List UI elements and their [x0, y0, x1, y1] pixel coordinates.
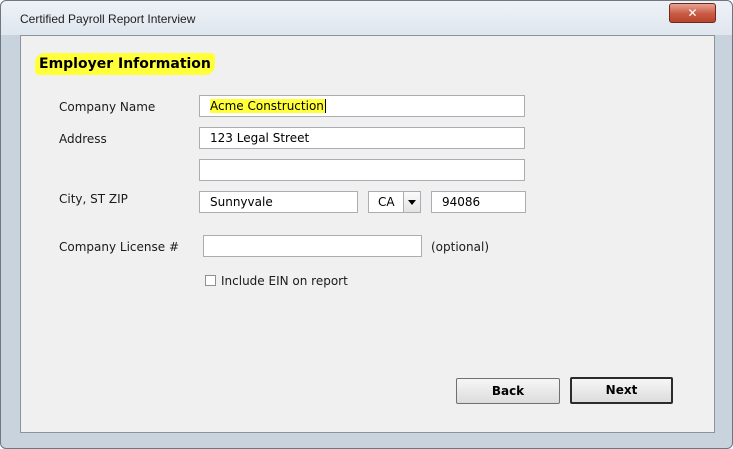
close-button[interactable]: ✕: [669, 3, 716, 23]
dialog-window: Certified Payroll Report Interview ✕ Emp…: [0, 0, 733, 449]
back-button[interactable]: Back: [456, 378, 560, 404]
state-dropdown[interactable]: CA: [368, 191, 421, 213]
company-name-input[interactable]: Acme Construction: [199, 95, 525, 117]
include-ein-checkbox[interactable]: [205, 275, 216, 286]
section-heading: Employer Information: [35, 53, 215, 75]
company-name-label: Company Name: [59, 100, 156, 114]
company-license-input[interactable]: [203, 235, 422, 257]
company-license-label: Company License #: [59, 240, 180, 254]
window-title: Certified Payroll Report Interview: [20, 12, 196, 26]
dialog-body: Employer Information Company Name Acme C…: [20, 35, 715, 433]
company-name-value: Acme Construction: [210, 99, 326, 113]
optional-hint: (optional): [431, 240, 489, 254]
title-bar[interactable]: Certified Payroll Report Interview ✕: [1, 1, 732, 35]
zip-input[interactable]: 94086: [431, 191, 526, 213]
close-icon: ✕: [687, 6, 698, 20]
next-button[interactable]: Next: [570, 377, 673, 404]
city-input[interactable]: Sunnyvale: [199, 191, 358, 213]
chevron-down-icon[interactable]: [403, 192, 420, 212]
include-ein-label[interactable]: Include EIN on report: [221, 274, 348, 288]
state-value: CA: [378, 195, 395, 209]
address-label: Address: [59, 132, 107, 146]
city-st-zip-label: City, ST ZIP: [59, 192, 128, 206]
address-line2-input[interactable]: [199, 159, 525, 181]
address-line1-input[interactable]: 123 Legal Street: [199, 127, 525, 149]
